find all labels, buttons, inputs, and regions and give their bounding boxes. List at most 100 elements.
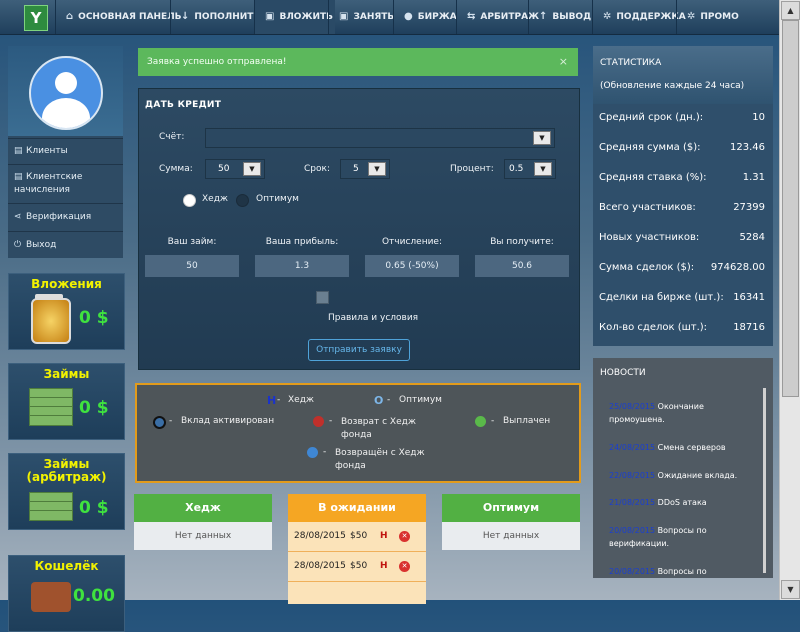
widget-title: Кошелёк: [34, 559, 99, 573]
percent-select[interactable]: 0.5 ▼: [504, 159, 556, 179]
gears-icon: ✲: [687, 11, 696, 22]
widget-title: Вложения: [31, 277, 102, 291]
terms-label[interactable]: Правила и условия: [328, 313, 418, 323]
news-item[interactable]: 21/08/2015 DDoS атака: [609, 496, 747, 509]
stat-row: Сделки на бирже (шт.): 16341: [599, 292, 765, 303]
scroll-up-arrow-icon[interactable]: ▲: [781, 1, 800, 20]
widget-title: Займы: [43, 367, 90, 381]
cancel-icon[interactable]: ✕: [399, 531, 410, 542]
news-item[interactable]: 22/08/2015 Ожидание вклада.: [609, 469, 747, 482]
chart-icon: ▤: [14, 172, 23, 182]
nav-support[interactable]: ✲ ПОДДЕРЖКА: [592, 0, 686, 34]
page-scrollbar[interactable]: ▲ ▼: [779, 0, 800, 600]
share-icon: ⋖: [14, 212, 22, 222]
radio-hedge-label: Хедж: [202, 194, 229, 204]
deduction-label: Отчисление:: [381, 237, 443, 247]
percent-label: Процент:: [450, 164, 494, 174]
submit-request-button[interactable]: Отправить заявку: [308, 339, 410, 361]
user-menu-clients[interactable]: ▤ Клиенты: [8, 138, 123, 164]
top-navigation: Y ⌂ ОСНОВНАЯ ПАНЕЛЬ ↓ ПОПОЛНИТЬ ▣ ВЛОЖИТЬ ▣…: [0, 0, 780, 35]
news-item[interactable]: 24/08/2015 Смена серверов: [609, 441, 747, 454]
deduction-value: 0.65 (-50%): [365, 255, 459, 277]
legend-hedge: Хедж: [288, 395, 315, 405]
nav-borrow[interactable]: ▣ ЗАНЯТЬ: [328, 0, 401, 34]
status-legend: H - Хедж O - Оптимум - Вклад активирован…: [135, 383, 581, 483]
term-label: Срок:: [304, 164, 330, 174]
pending-row: 28/08/2015 $50 H ✕: [288, 522, 426, 552]
nav-withdraw[interactable]: ↑ ВЫВОД: [528, 0, 594, 34]
stat-row: Кол-во сделок (шт.): 18716: [599, 322, 765, 333]
radio-hedge[interactable]: [183, 194, 196, 207]
stat-row: Средняя сумма ($): 123.46: [599, 142, 765, 153]
your-loan-value: 50: [145, 255, 239, 277]
nav-dashboard[interactable]: ⌂ ОСНОВНАЯ ПАНЕЛЬ: [55, 0, 182, 34]
user-menu-logout[interactable]: ⏻ Выход: [8, 231, 123, 259]
stat-row: Сумма сделок ($): 974628.00: [599, 262, 765, 273]
give-credit-form: ДАТЬ КРЕДИТ Счёт: ▼ Сумма: 50 ▼ Срок: 5 …: [138, 88, 580, 370]
legend-returned-from-fund: Возвращён с Хедж фонда: [335, 448, 425, 471]
returned-from-fund-icon: [307, 447, 318, 458]
nav-exchange[interactable]: ● БИРЖА: [393, 0, 457, 34]
optimum-column-title: Оптимум: [442, 494, 580, 522]
sum-label: Сумма:: [159, 164, 193, 174]
user-menu-client-accruals[interactable]: ▤ Клиентские начисления: [8, 164, 123, 203]
cancel-icon[interactable]: ✕: [399, 561, 410, 572]
scroll-thumb[interactable]: [782, 20, 799, 397]
stat-row: Новых участников: 5284: [599, 232, 765, 243]
profit-value: 1.3: [255, 255, 349, 277]
site-logo[interactable]: Y: [24, 5, 48, 31]
coin-jar-icon: [31, 298, 71, 344]
activated-icon: [153, 416, 166, 429]
news-item[interactable]: 20/08/2015 Вопросы по верификации.: [609, 524, 747, 550]
upload-icon: ↑: [539, 11, 548, 22]
chevron-down-icon: ▼: [243, 162, 261, 176]
money-icon: ▣: [339, 11, 349, 22]
receive-label: Вы получите:: [490, 237, 554, 247]
widget-value: 0 $: [79, 498, 109, 518]
hedge-h-icon: H: [380, 531, 388, 541]
form-title: ДАТЬ КРЕДИТ: [145, 100, 222, 110]
close-icon[interactable]: ×: [559, 48, 568, 76]
sum-select[interactable]: 50 ▼: [205, 159, 265, 179]
widget-loans: Займы 0 $: [8, 363, 125, 440]
statistics-subtitle: (Обновление каждые 24 часа): [600, 81, 745, 91]
nav-promo[interactable]: ✲ ПРОМО: [676, 0, 783, 34]
terms-checkbox[interactable]: [316, 291, 329, 304]
optimum-no-data: Нет данных: [482, 531, 540, 541]
scroll-down-arrow-icon[interactable]: ▼: [781, 580, 800, 599]
widget-title: Займы (арбитраж): [26, 457, 107, 484]
statistics-title: СТАТИСТИКА: [600, 58, 662, 68]
legend-return-to-fund: Возврат с Хедж фонда: [341, 417, 416, 440]
widget-value: 0.00: [73, 586, 115, 606]
nav-arbitrage[interactable]: ⇆ АРБИТРАЖ: [456, 0, 539, 34]
user-menu-verification[interactable]: ⋖ Верификация: [8, 203, 123, 231]
nav-invest[interactable]: ▣ ВЛОЖИТЬ: [254, 0, 335, 34]
radio-optimum[interactable]: [236, 194, 249, 207]
success-alert: Заявка успешно отправлена! ×: [138, 48, 578, 76]
chevron-down-icon: ▼: [534, 162, 552, 176]
news-scrollbar[interactable]: [763, 388, 766, 573]
avatar[interactable]: [29, 56, 103, 130]
term-select[interactable]: 5 ▼: [340, 159, 390, 179]
alert-text: Заявка успешно отправлена!: [147, 57, 287, 67]
account-select[interactable]: ▼: [205, 128, 555, 148]
chevron-down-icon: ▼: [368, 162, 386, 176]
pending-column: В ожидании 28/08/2015 $50 H ✕ 28/08/2015…: [288, 494, 426, 604]
hedge-no-data: Нет данных: [174, 531, 232, 541]
nav-deposit[interactable]: ↓ ПОПОЛНИТЬ: [170, 0, 260, 34]
wallet-icon: [31, 582, 71, 612]
hedge-h-icon: H: [380, 561, 388, 571]
optimum-column: Оптимум Нет данных: [442, 494, 580, 604]
user-panel: ▤ Клиенты ▤ Клиентские начисления ⋖ Верифик…: [8, 46, 123, 258]
widget-investments: Вложения 0 $: [8, 273, 125, 350]
power-icon: ⏻: [14, 240, 22, 250]
legend-paid: Выплачен: [503, 416, 551, 426]
news-item[interactable]: 25/08/2015 Окончание промоушена.: [609, 400, 747, 426]
pending-row: 28/08/2015 $50 H ✕: [288, 552, 426, 582]
pending-column-title: В ожидании: [288, 494, 426, 522]
news-item[interactable]: 20/08/2015 Вопросы по: [609, 565, 747, 578]
profit-label: Ваша прибыль:: [265, 237, 339, 247]
globe-icon: ●: [404, 11, 413, 22]
widget-value: 0 $: [79, 308, 109, 328]
news-panel: НОВОСТИ 25/08/2015 Окончание промоушена.…: [593, 358, 773, 578]
